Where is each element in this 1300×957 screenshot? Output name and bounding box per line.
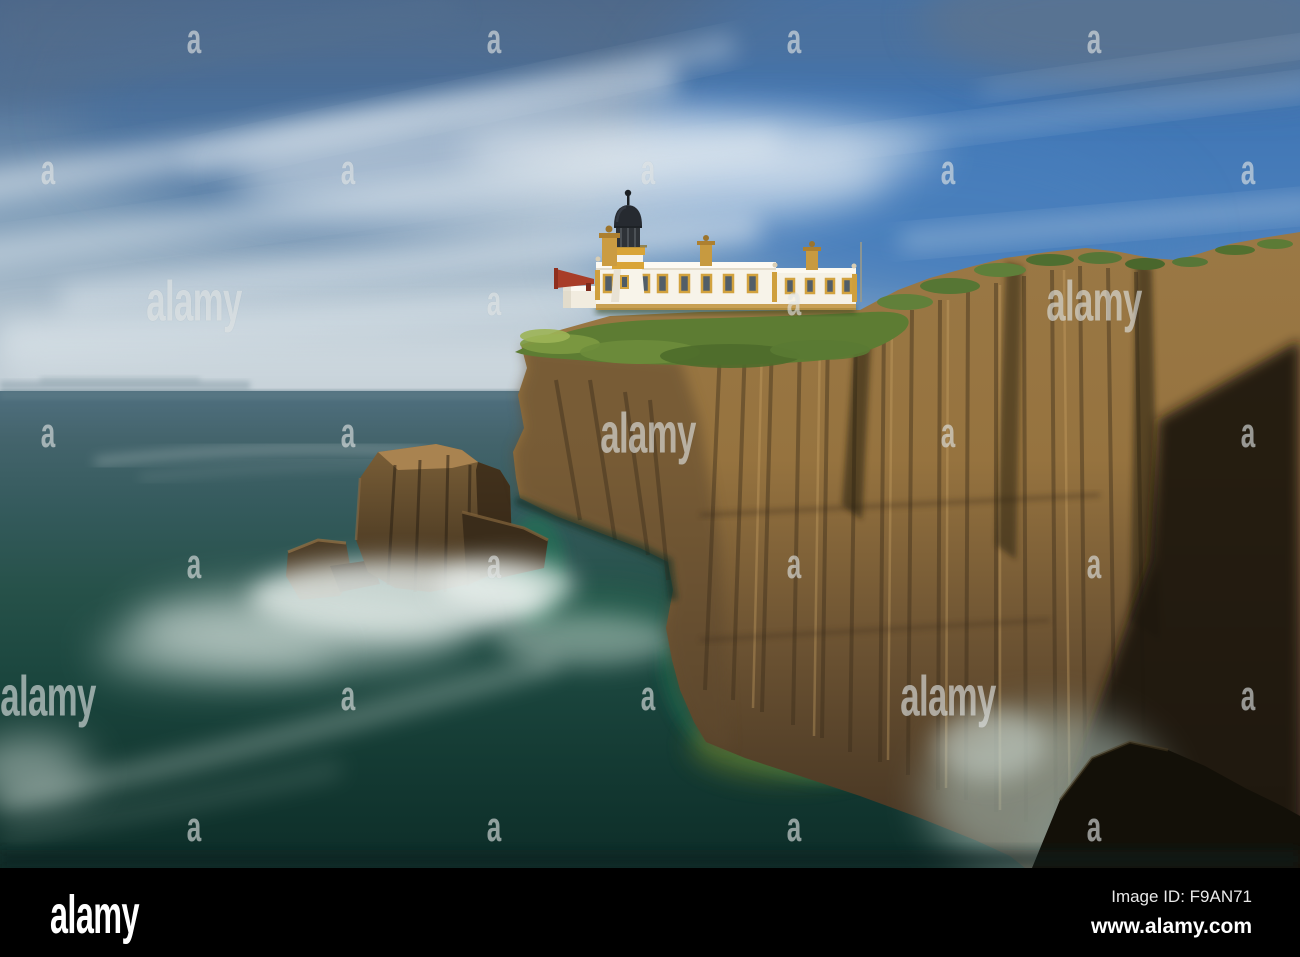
footer-bar: alamy Image ID: F9AN71 www.alamy.com bbox=[0, 868, 1300, 957]
image-id-text: Image ID: F9AN71 bbox=[1111, 886, 1252, 906]
bottom-fade bbox=[0, 850, 1300, 868]
footer-meta: Image ID: F9AN71 www.alamy.com bbox=[1091, 887, 1252, 939]
tower-chimney bbox=[602, 236, 617, 266]
scene bbox=[0, 0, 1300, 868]
alamy-stock-photo-comp: a a a a a a a a a a a a a a a a a a a a a a a a a a alamy alamy alam… bbox=[0, 0, 1300, 957]
photo-neist-point-lighthouse: a a a a a a a a a a a a a a a a a a a a a a a a a a alamy alamy alam… bbox=[0, 0, 1300, 868]
alamy-logo: alamy bbox=[50, 884, 139, 945]
flagpole bbox=[860, 242, 862, 302]
alamy-url-text: www.alamy.com bbox=[1090, 914, 1252, 938]
